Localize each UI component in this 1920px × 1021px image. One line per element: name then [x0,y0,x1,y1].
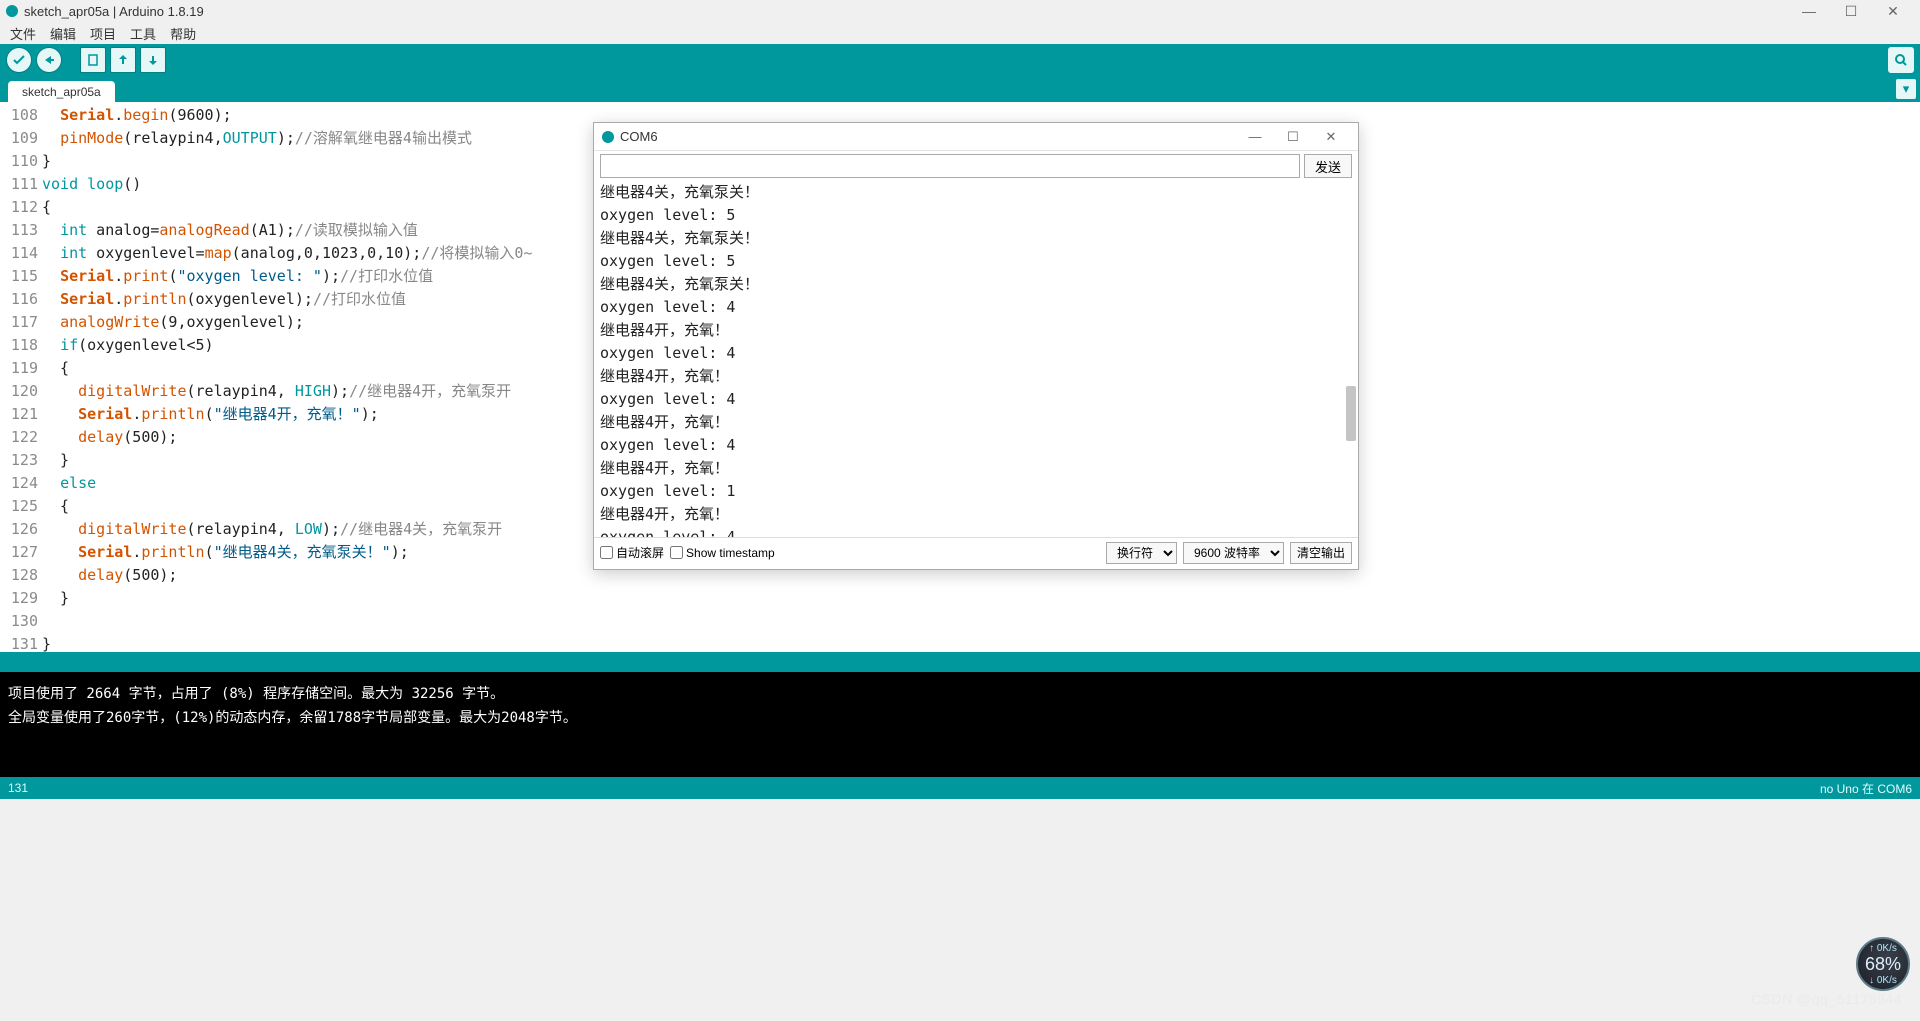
serial-minimize-button[interactable]: — [1236,125,1274,149]
clear-output-button[interactable]: 清空输出 [1290,542,1352,564]
serial-monitor-button[interactable] [1888,47,1914,73]
timestamp-input[interactable] [670,546,683,559]
status-bar: 131 no Uno 在 COM6 [0,777,1920,799]
menu-tools[interactable]: 工具 [126,24,160,43]
toolbar [0,44,1920,76]
save-button[interactable] [140,47,166,73]
serial-line: 继电器4开，充氧！ [600,319,1352,342]
serial-line: 继电器4开，充氧！ [600,411,1352,434]
timestamp-checkbox[interactable]: Show timestamp [670,546,775,560]
serial-line: 继电器4关，充氧泵关！ [600,273,1352,296]
maximize-button[interactable]: ☐ [1830,0,1872,22]
watermark: CSDN @qq_51175944 [1751,991,1902,1007]
menu-edit[interactable]: 编辑 [46,24,80,43]
serial-title-bar[interactable]: COM6 — ☐ ✕ [594,123,1358,151]
baud-rate-select[interactable]: 9600 波特率 [1183,542,1284,564]
serial-line: oxygen level: 4 [600,296,1352,319]
menu-file[interactable]: 文件 [6,24,40,43]
divider-bar [0,652,1920,672]
upload-button[interactable] [36,47,62,73]
minimize-button[interactable]: — [1788,0,1830,22]
serial-input[interactable] [600,154,1300,178]
serial-line: 继电器4开，充氧！ [600,503,1352,526]
serial-line: 继电器4关，充氧泵关！ [600,181,1352,204]
serial-close-button[interactable]: ✕ [1312,125,1350,149]
netspeed-down: ↓ 0K/s [1869,975,1897,986]
timestamp-label: Show timestamp [686,546,775,560]
serial-line: oxygen level: 4 [600,342,1352,365]
status-line-number: 131 [8,781,28,795]
tab-label: sketch_apr05a [22,85,101,99]
serial-line: oxygen level: 4 [600,388,1352,411]
serial-line: 继电器4开，充氧！ [600,457,1352,480]
tab-strip: sketch_apr05a ▾ [0,76,1920,102]
serial-input-row: 发送 [594,151,1358,181]
serial-line: oxygen level: 4 [600,434,1352,457]
tab-sketch[interactable]: sketch_apr05a [8,81,115,102]
status-port: no Uno 在 COM6 [1820,780,1912,797]
serial-send-button[interactable]: 发送 [1304,154,1352,178]
serial-line: 继电器4开，充氧！ [600,365,1352,388]
tab-menu-button[interactable]: ▾ [1896,79,1916,99]
serial-line: 继电器4关，充氧泵关！ [600,227,1352,250]
console-line: 全局变量使用了260字节，(12%)的动态内存，余留1788字节局部变量。最大为… [8,706,1912,730]
arduino-icon [6,5,18,17]
netspeed-up: ↑ 0K/s [1869,943,1897,954]
serial-maximize-button[interactable]: ☐ [1274,125,1312,149]
console-output: 项目使用了 2664 字节，占用了 (8%) 程序存储空间。最大为 32256 … [0,672,1920,777]
new-button[interactable] [80,47,106,73]
serial-line: oxygen level: 5 [600,250,1352,273]
console-line: 项目使用了 2664 字节，占用了 (8%) 程序存储空间。最大为 32256 … [8,682,1912,706]
close-button[interactable]: ✕ [1872,0,1914,22]
menu-bar: 文件 编辑 项目 工具 帮助 [0,22,1920,44]
line-ending-select[interactable]: 换行符 [1106,542,1177,564]
menu-help[interactable]: 帮助 [166,24,200,43]
serial-monitor-window[interactable]: COM6 — ☐ ✕ 发送 继电器4关，充氧泵关！oxygen level: 5… [593,122,1359,570]
arduino-icon [602,131,614,143]
netspeed-percent: 68% [1865,954,1901,975]
netspeed-widget[interactable]: ↑ 0K/s 68% ↓ 0K/s [1856,937,1910,991]
window-title: sketch_apr05a | Arduino 1.8.19 [24,4,204,19]
scrollbar-thumb[interactable] [1346,386,1356,441]
open-button[interactable] [110,47,136,73]
line-gutter: 1081091101111121131141151161171181191201… [0,102,42,652]
serial-footer: 自动滚屏 Show timestamp 换行符 9600 波特率 清空输出 [594,537,1358,567]
autoscroll-checkbox[interactable]: 自动滚屏 [600,544,664,561]
serial-line: oxygen level: 4 [600,526,1352,537]
serial-line: oxygen level: 5 [600,204,1352,227]
autoscroll-label: 自动滚屏 [616,544,664,561]
autoscroll-input[interactable] [600,546,613,559]
serial-line: oxygen level: 1 [600,480,1352,503]
menu-sketch[interactable]: 项目 [86,24,120,43]
serial-output[interactable]: 继电器4关，充氧泵关！oxygen level: 5继电器4关，充氧泵关！oxy… [594,181,1358,537]
serial-title: COM6 [620,129,658,144]
title-bar: sketch_apr05a | Arduino 1.8.19 — ☐ ✕ [0,0,1920,22]
verify-button[interactable] [6,47,32,73]
